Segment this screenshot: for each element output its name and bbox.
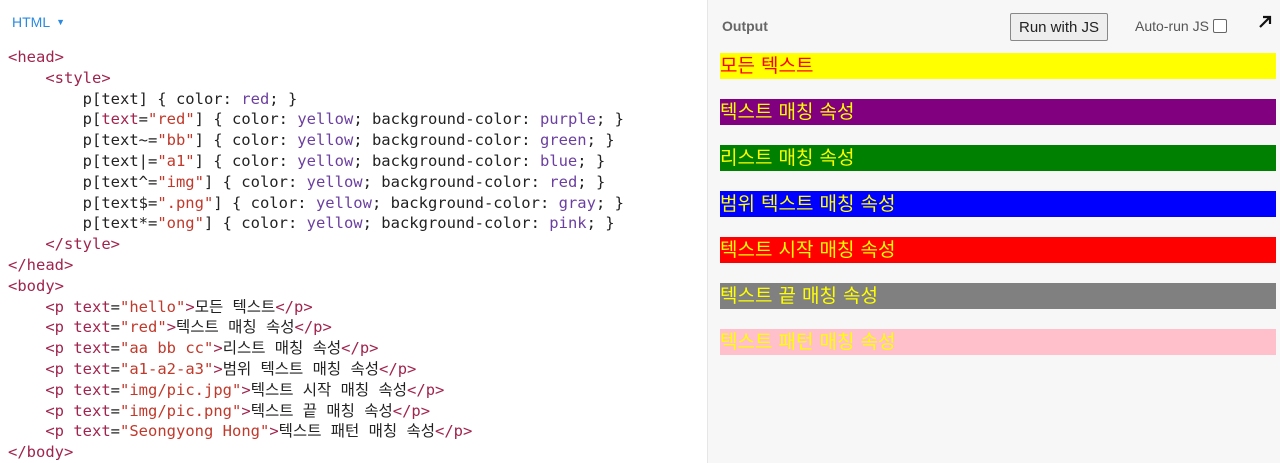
output-paragraph: 텍스트 패턴 매칭 속성 <box>720 329 1276 355</box>
code-line: p[text="red"] { color: yellow; backgroun… <box>8 110 624 129</box>
code-line: <style> <box>45 68 111 87</box>
code-line: p[text$=".png"] { color: yellow; backgro… <box>8 193 624 212</box>
run-with-js-button[interactable]: Run with JS <box>1010 13 1109 41</box>
output-paragraph: 텍스트 끝 매칭 속성 <box>720 283 1276 309</box>
output-panel: Output Run with JS Auto-run JS 모든 텍스트텍스트… <box>708 0 1280 463</box>
app-window: HTML ▼ <head> <style> p[text] { color: r… <box>0 0 1280 463</box>
code-line: p[text^="img"] { color: yellow; backgrou… <box>8 172 606 191</box>
autorun-label: Auto-run JS <box>1135 18 1209 34</box>
language-select[interactable]: HTML ▼ <box>12 14 65 30</box>
code-line: <p text="img/pic.jpg">텍스트 시작 매칭 속성</p> <box>45 380 445 399</box>
code-line: p[text|="a1"] { color: yellow; backgroun… <box>8 151 606 170</box>
code-line: <p text="red">텍스트 매칭 속성</p> <box>45 318 332 337</box>
code-line: <head> <box>8 48 65 66</box>
code-line: p[text~="bb"] { color: yellow; backgroun… <box>8 131 615 150</box>
rendered-output: 모든 텍스트텍스트 매칭 속성리스트 매칭 속성범위 텍스트 매칭 속성텍스트 … <box>720 53 1276 375</box>
output-paragraph: 범위 텍스트 매칭 속성 <box>720 191 1276 217</box>
output-paragraph: 모든 텍스트 <box>720 53 1276 79</box>
code-area[interactable]: <head> <style> p[text] { color: red; } p… <box>0 44 707 463</box>
code-line: <p text="hello">모든 텍스트</p> <box>45 297 313 316</box>
code-line: <p text="a1-a2-a3">범위 텍스트 매칭 속성</p> <box>45 359 417 378</box>
code-line: <p text="Seongyong Hong">텍스트 패턴 매칭 속성</p… <box>45 422 473 441</box>
code-line: p[text*="ong"] { color: yellow; backgrou… <box>8 214 615 233</box>
code-line: </head> <box>8 255 74 274</box>
code-line: </body> <box>8 443 74 462</box>
caret-down-icon: ▼ <box>56 17 66 27</box>
autorun-checkbox[interactable] <box>1212 19 1227 33</box>
output-paragraph: 리스트 매칭 속성 <box>720 145 1276 171</box>
code-line: <body> <box>8 276 65 295</box>
output-paragraph: 텍스트 시작 매칭 속성 <box>720 237 1276 263</box>
editor-header: HTML ▼ <box>0 0 707 44</box>
output-title: Output <box>722 18 768 34</box>
autorun-toggle[interactable]: Auto-run JS <box>1135 18 1227 34</box>
language-label: HTML <box>12 14 51 30</box>
code-line: <p text="img/pic.png">텍스트 끝 매칭 속성</p> <box>45 401 431 420</box>
code-line: p[text] { color: red; } <box>8 89 298 108</box>
code-editor-panel: HTML ▼ <head> <style> p[text] { color: r… <box>0 0 708 463</box>
expand-icon[interactable] <box>1257 14 1273 30</box>
code-line: <p text="aa bb cc">리스트 매칭 속성</p> <box>45 339 379 358</box>
code-line: </style> <box>45 235 120 254</box>
output-paragraph: 텍스트 매칭 속성 <box>720 99 1276 125</box>
